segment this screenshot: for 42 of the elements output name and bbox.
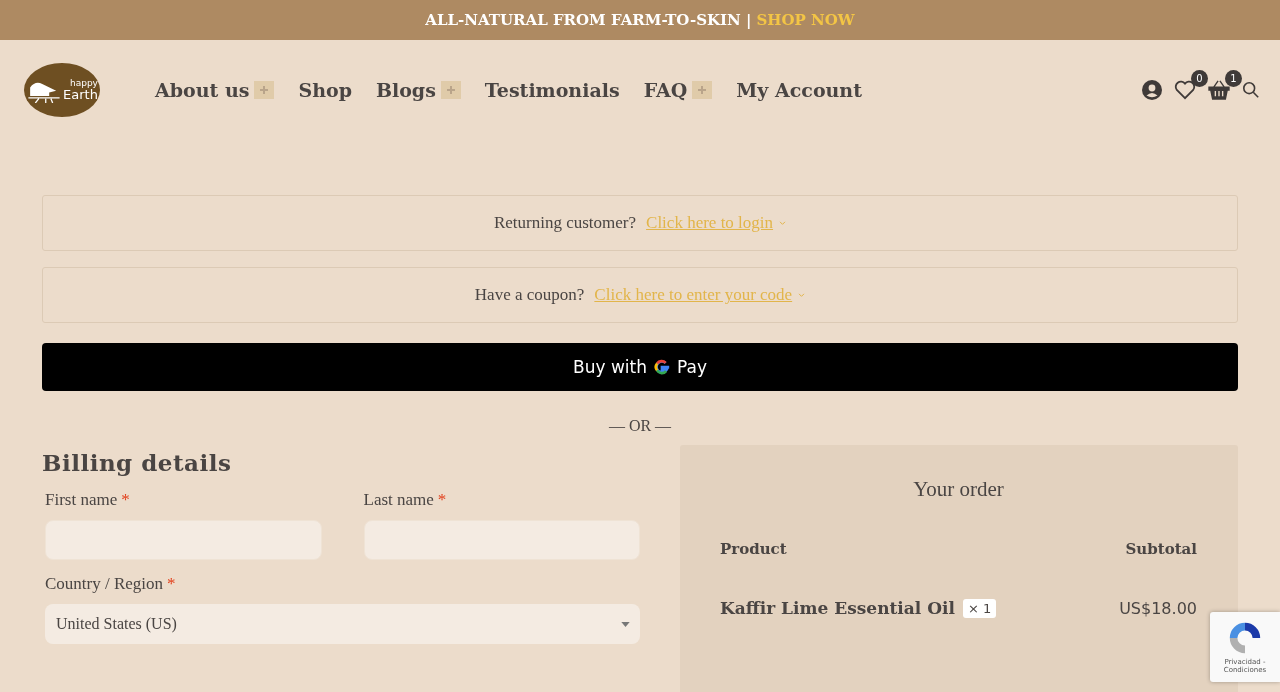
- required-asterisk: *: [437, 490, 447, 510]
- g-logo-icon: [653, 358, 671, 376]
- nav-link[interactable]: Shop: [298, 79, 352, 101]
- order-title: Your order: [912, 477, 1005, 502]
- chevron-icon: [779, 220, 787, 226]
- section-title: Billing details: [42, 449, 233, 476]
- notice-text: Returning customer?: [493, 213, 637, 233]
- cart-count-badge: 1: [1225, 70, 1242, 87]
- nav-link[interactable]: My Account: [736, 79, 862, 101]
- nav-link[interactable]: FAQ: [643, 79, 688, 101]
- column-header: Product: [720, 540, 787, 558]
- expand-icon[interactable]: [440, 81, 461, 99]
- notice-text: Have a coupon?: [474, 285, 585, 305]
- nav-link[interactable]: Testimonials: [484, 79, 620, 101]
- search-icon[interactable]: [1242, 81, 1260, 99]
- product-name: Kaffir Lime Essential Oil: [720, 598, 955, 618]
- expand-icon[interactable]: [254, 81, 275, 99]
- logo-text: Earth: [63, 88, 98, 101]
- logo[interactable]: happy Earth: [24, 63, 100, 117]
- country-select[interactable]: United States (US): [45, 604, 640, 644]
- field-label: Country / Region: [45, 574, 164, 594]
- quantity-badge: × 1: [962, 598, 997, 618]
- heart-icon[interactable]: [1174, 80, 1196, 100]
- chevron-icon: [798, 292, 806, 298]
- expand-icon[interactable]: [692, 81, 713, 99]
- select-value: United States (US): [56, 615, 177, 633]
- account-icon[interactable]: [1142, 80, 1162, 100]
- wishlist-count-badge: 0: [1191, 70, 1208, 87]
- dropdown-caret-icon: [621, 621, 630, 627]
- field-label: First name: [45, 490, 118, 510]
- product-price: US$18.00: [1119, 598, 1197, 618]
- nav-link[interactable]: Blogs: [375, 79, 436, 101]
- nav-link[interactable]: About us: [155, 79, 250, 101]
- column-header: Subtotal: [1125, 540, 1197, 558]
- field-label: Last name: [363, 490, 434, 510]
- required-asterisk: *: [167, 574, 176, 594]
- google-pay-button[interactable]: Buy with Pay: [42, 343, 1238, 391]
- basket-icon[interactable]: [1208, 80, 1230, 100]
- announcement-text: ALL-NATURAL FROM FARM-TO-SKIN |: [425, 11, 752, 29]
- or-separator: — OR —: [607, 417, 673, 435]
- required-asterisk: *: [121, 490, 130, 510]
- logo-text: happy: [69, 79, 98, 88]
